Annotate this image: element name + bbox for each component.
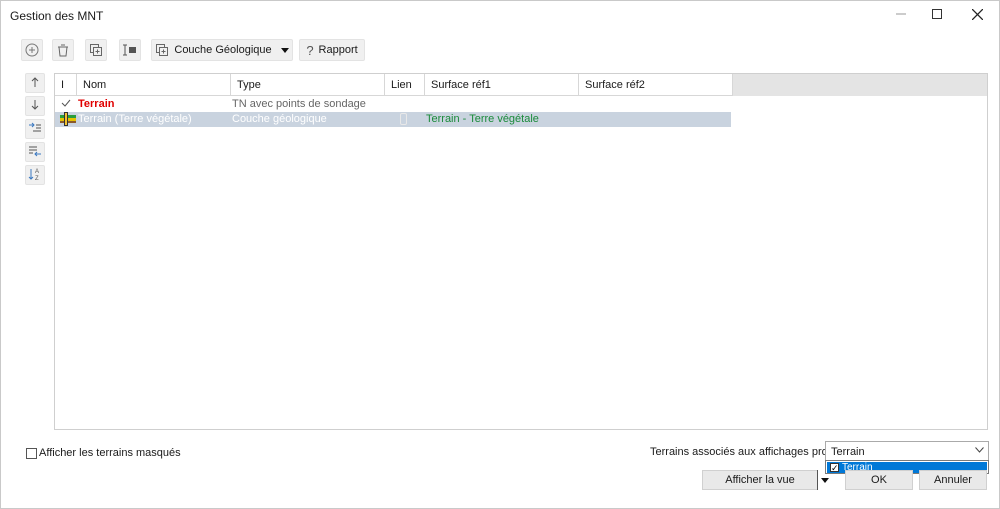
column-header-i[interactable]: I [55, 74, 77, 96]
table-row[interactable]: Terrain TN avec points de sondage [55, 97, 731, 112]
title-bar: Gestion des MNT [1, 1, 1000, 29]
maximize-icon[interactable] [915, 1, 959, 27]
row-type: Couche géologique [232, 113, 327, 125]
outdent-button[interactable] [25, 142, 45, 162]
show-hidden-label: Afficher les terrains masqués [39, 447, 181, 459]
toolbar: Couche Géologique ? Rapport [21, 39, 381, 61]
question-icon: ? [306, 42, 314, 58]
assoc-profiles-value: Terrain [831, 446, 865, 458]
window-title: Gestion des MNT [10, 9, 104, 23]
move-up-button[interactable] [25, 73, 45, 93]
afficher-vue-dropdown-button[interactable] [817, 470, 831, 490]
column-header-lien[interactable]: Lien [385, 74, 425, 96]
column-header-surface-ref2[interactable]: Surface réf2 [579, 74, 733, 96]
arrow-up-icon [31, 76, 39, 90]
indent-button[interactable] [25, 119, 45, 139]
dropdown-arrow-icon [280, 47, 289, 53]
ok-button[interactable]: OK [845, 470, 913, 490]
assoc-label: Terrains associés aux affichages profils… [650, 446, 848, 458]
show-hidden-checkbox-group[interactable]: Afficher les terrains masqués [26, 446, 181, 460]
add-button[interactable] [21, 39, 43, 61]
sort-az-icon: AZ [28, 167, 42, 184]
plus-circle-icon [25, 43, 39, 57]
row-nom: Terrain (Terre végétale) [78, 113, 192, 125]
couche-geologique-button[interactable]: Couche Géologique [151, 39, 293, 61]
show-hidden-checkbox[interactable] [26, 447, 37, 459]
grid-header: I Nom Type Lien Surface réf1 Surface réf… [55, 74, 987, 96]
layer-add-icon [155, 43, 169, 57]
afficher-vue-button[interactable]: Afficher la vue [702, 470, 818, 490]
column-header-type[interactable]: Type [231, 74, 385, 96]
check-icon [61, 98, 71, 110]
edit-icon [123, 44, 137, 56]
couche-geologique-label: Couche Géologique [174, 44, 272, 56]
layer-icon [60, 112, 76, 126]
close-icon[interactable] [955, 1, 999, 27]
row-nom: Terrain [78, 98, 115, 110]
column-header-surface-ref1[interactable]: Surface réf1 [425, 74, 579, 96]
lien-toggle[interactable] [400, 113, 407, 125]
table-row[interactable]: Terrain (Terre végétale) Couche géologiq… [55, 112, 731, 127]
move-down-button[interactable] [25, 96, 45, 116]
row-type: TN avec points de sondage [232, 98, 366, 110]
outdent-icon [29, 145, 41, 160]
afficher-vue-label: Afficher la vue [725, 474, 795, 486]
delete-button[interactable] [52, 39, 74, 61]
annuler-label: Annuler [934, 474, 972, 486]
column-header-nom[interactable]: Nom [77, 74, 231, 96]
rapport-button[interactable]: ? Rapport [299, 39, 365, 61]
chevron-down-icon [975, 445, 984, 456]
dialog-window: Gestion des MNT Couche Géologique ? Rapp… [0, 0, 1000, 509]
sort-button[interactable]: AZ [25, 165, 45, 185]
row-surface-ref1: Terrain - Terre végétale [426, 113, 539, 125]
svg-text:Z: Z [35, 176, 39, 181]
terrain-grid[interactable]: I Nom Type Lien Surface réf1 Surface réf… [54, 73, 988, 430]
option-checkbox[interactable]: ✓ [830, 463, 839, 473]
ok-label: OK [871, 474, 887, 486]
rapport-label: Rapport [318, 44, 358, 56]
arrow-down-icon [31, 99, 39, 113]
duplicate-icon [89, 43, 103, 57]
assoc-profiles-select[interactable]: Terrain [825, 441, 989, 461]
trash-icon [57, 44, 69, 57]
duplicate-button[interactable] [85, 39, 107, 61]
indent-icon [29, 122, 41, 137]
edit-button[interactable] [119, 39, 141, 61]
annuler-button[interactable]: Annuler [919, 470, 987, 490]
dropdown-arrow-icon [820, 475, 829, 485]
svg-text:A: A [35, 169, 39, 175]
